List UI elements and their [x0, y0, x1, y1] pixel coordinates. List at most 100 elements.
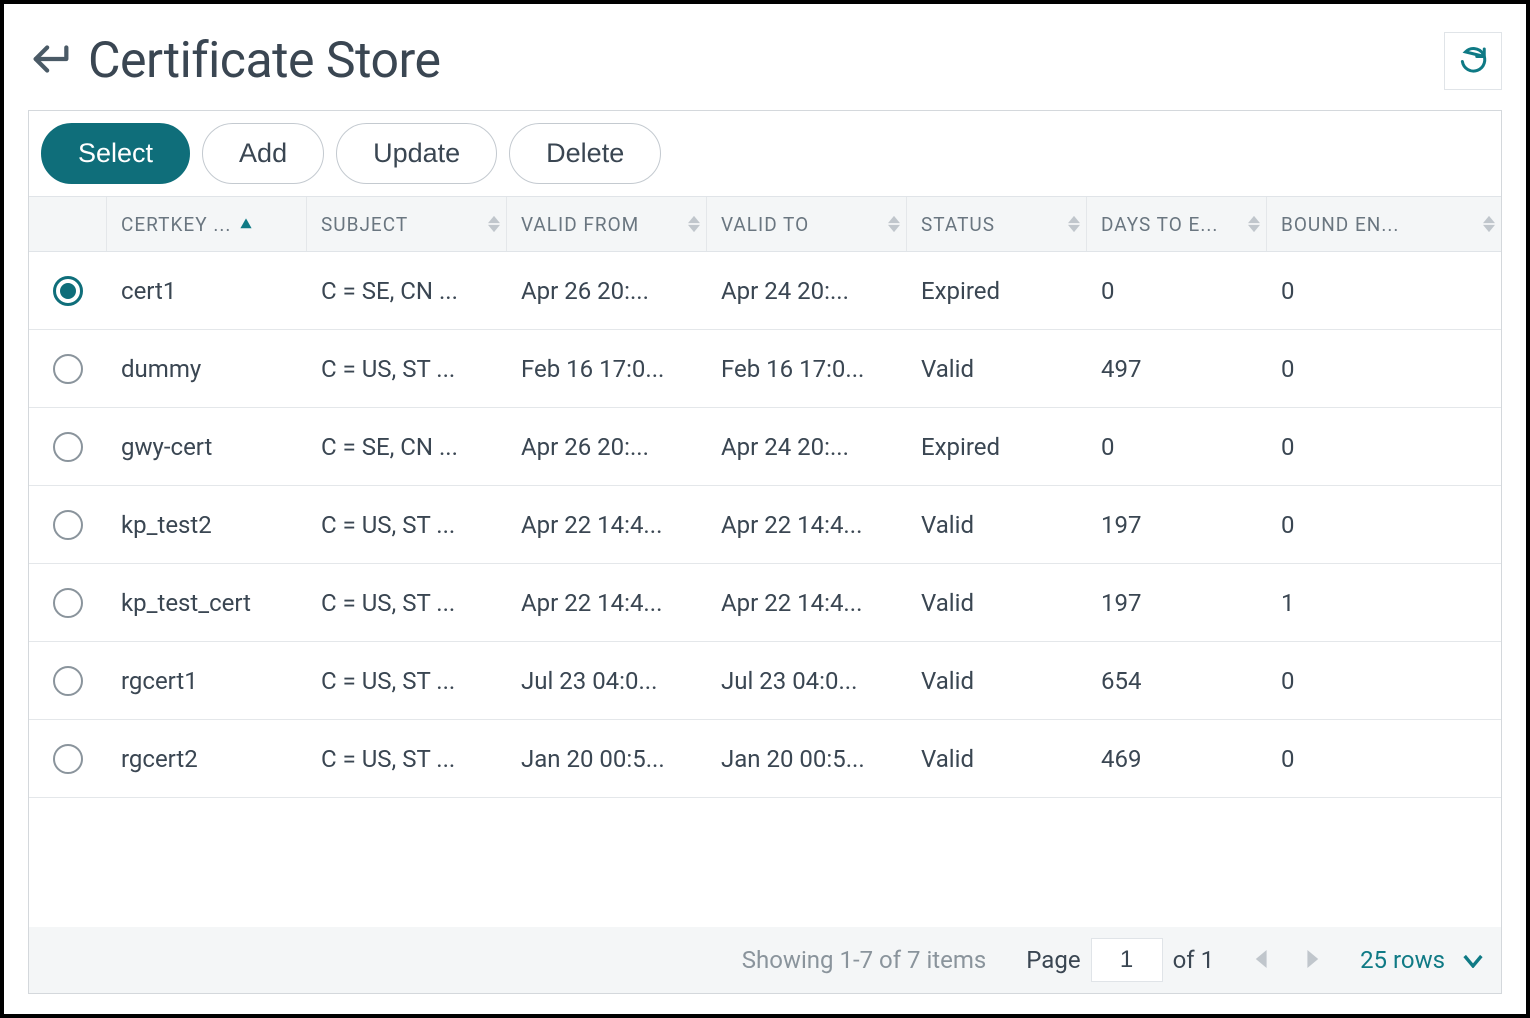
table-row[interactable]: cert1C = SE, CN ...Apr 26 20:...Apr 24 2…: [29, 252, 1501, 330]
cell-status: Valid: [907, 589, 1087, 617]
select-button[interactable]: Select: [41, 123, 190, 184]
sort-asc-icon: [239, 217, 253, 231]
sort-icon: [1248, 216, 1260, 233]
row-radio[interactable]: [53, 588, 83, 618]
page-group: Page of 1: [1026, 938, 1214, 982]
cell-days: 497: [1087, 355, 1267, 383]
page-total: of 1: [1173, 946, 1214, 974]
cell-subject: C = US, ST ...: [307, 745, 507, 773]
cell-days: 197: [1087, 511, 1267, 539]
column-header-valid-from[interactable]: VALID FROM: [507, 197, 707, 251]
cell-valid-to: Jul 23 04:0...: [707, 667, 907, 695]
column-header-subject[interactable]: SUBJECT: [307, 197, 507, 251]
cell-valid-from: Apr 22 14:4...: [507, 589, 707, 617]
sort-icon: [1068, 216, 1080, 233]
row-radio[interactable]: [53, 744, 83, 774]
cell-valid-from: Feb 16 17:0...: [507, 355, 707, 383]
page-input[interactable]: [1091, 938, 1163, 982]
column-header-status[interactable]: STATUS: [907, 197, 1087, 251]
next-page-button[interactable]: [1302, 946, 1320, 974]
cell-valid-from: Apr 26 20:...: [507, 277, 707, 305]
cell-subject: C = US, ST ...: [307, 355, 507, 383]
column-header-select: [29, 197, 107, 251]
header-left: Certificate Store: [28, 32, 441, 90]
delete-button[interactable]: Delete: [509, 123, 661, 184]
row-radio[interactable]: [53, 510, 83, 540]
column-label: VALID FROM: [521, 213, 639, 236]
cell-valid-to: Apr 22 14:4...: [707, 511, 907, 539]
cell-days: 654: [1087, 667, 1267, 695]
cell-valid-to: Apr 22 14:4...: [707, 589, 907, 617]
row-radio[interactable]: [53, 432, 83, 462]
cell-status: Valid: [907, 667, 1087, 695]
rows-label: 25 rows: [1360, 946, 1445, 974]
toolbar: Select Add Update Delete: [29, 111, 1501, 196]
update-button[interactable]: Update: [336, 123, 497, 184]
cell-bound: 0: [1267, 433, 1501, 461]
cell-subject: C = SE, CN ...: [307, 433, 507, 461]
cell-certkey: dummy: [107, 355, 307, 383]
row-radio[interactable]: [53, 354, 83, 384]
table-header-row: CERTKEY ... SUBJECT VALID FROM: [29, 197, 1501, 252]
sort-icon: [888, 216, 900, 233]
cell-status: Expired: [907, 277, 1087, 305]
cell-subject: C = US, ST ...: [307, 511, 507, 539]
column-header-bound[interactable]: BOUND EN...: [1267, 197, 1501, 251]
cell-valid-to: Jan 20 00:5...: [707, 745, 907, 773]
column-header-valid-to[interactable]: VALID TO: [707, 197, 907, 251]
cell-certkey: gwy-cert: [107, 433, 307, 461]
refresh-button[interactable]: [1444, 32, 1502, 90]
cell-valid-to: Apr 24 20:...: [707, 433, 907, 461]
cell-valid-from: Apr 22 14:4...: [507, 511, 707, 539]
page-title: Certificate Store: [88, 32, 441, 90]
table-body: cert1C = SE, CN ...Apr 26 20:...Apr 24 2…: [29, 252, 1501, 927]
cell-certkey: rgcert1: [107, 667, 307, 695]
table-row[interactable]: gwy-certC = SE, CN ...Apr 26 20:...Apr 2…: [29, 408, 1501, 486]
content-panel: Select Add Update Delete CERTKEY ... SUB…: [28, 110, 1502, 994]
cell-bound: 0: [1267, 745, 1501, 773]
cell-status: Valid: [907, 511, 1087, 539]
cell-certkey: kp_test2: [107, 511, 307, 539]
column-label: CERTKEY ...: [121, 213, 231, 236]
cell-bound: 0: [1267, 511, 1501, 539]
row-radio[interactable]: [53, 666, 83, 696]
app-frame: Certificate Store Select Add Update Dele…: [0, 0, 1530, 1018]
column-header-days[interactable]: DAYS TO E...: [1087, 197, 1267, 251]
rows-per-page-select[interactable]: 25 rows: [1360, 946, 1483, 974]
sort-icon: [688, 216, 700, 233]
add-button[interactable]: Add: [202, 123, 324, 184]
page-header: Certificate Store: [28, 24, 1502, 110]
column-label: DAYS TO E...: [1101, 213, 1218, 236]
sort-icon: [1483, 216, 1495, 233]
column-header-certkey[interactable]: CERTKEY ...: [107, 197, 307, 251]
page-label: Page: [1026, 946, 1080, 974]
column-label: SUBJECT: [321, 213, 408, 236]
table-row[interactable]: rgcert2C = US, ST ...Jan 20 00:5...Jan 2…: [29, 720, 1501, 798]
prev-page-button[interactable]: [1254, 946, 1272, 974]
cell-days: 0: [1087, 433, 1267, 461]
table-row[interactable]: kp_test_certC = US, ST ...Apr 22 14:4...…: [29, 564, 1501, 642]
cell-subject: C = SE, CN ...: [307, 277, 507, 305]
cell-bound: 0: [1267, 277, 1501, 305]
certificates-table: CERTKEY ... SUBJECT VALID FROM: [29, 196, 1501, 993]
table-row[interactable]: rgcert1C = US, ST ...Jul 23 04:0...Jul 2…: [29, 642, 1501, 720]
cell-status: Valid: [907, 355, 1087, 383]
chevron-down-icon: [1463, 946, 1483, 974]
cell-certkey: cert1: [107, 277, 307, 305]
column-label: BOUND EN...: [1281, 213, 1399, 236]
cell-status: Expired: [907, 433, 1087, 461]
cell-valid-to: Apr 24 20:...: [707, 277, 907, 305]
table-row[interactable]: kp_test2C = US, ST ...Apr 22 14:4...Apr …: [29, 486, 1501, 564]
cell-bound: 0: [1267, 667, 1501, 695]
cell-subject: C = US, ST ...: [307, 589, 507, 617]
summary-text: Showing 1-7 of 7 items: [742, 946, 987, 974]
cell-days: 197: [1087, 589, 1267, 617]
sort-icon: [488, 216, 500, 233]
cell-status: Valid: [907, 745, 1087, 773]
table-row[interactable]: dummyC = US, ST ...Feb 16 17:0...Feb 16 …: [29, 330, 1501, 408]
refresh-icon: [1458, 44, 1488, 78]
table-footer: Showing 1-7 of 7 items Page of 1 25 rows: [29, 927, 1501, 993]
cell-days: 469: [1087, 745, 1267, 773]
row-radio[interactable]: [53, 276, 83, 306]
back-icon[interactable]: [28, 36, 74, 86]
